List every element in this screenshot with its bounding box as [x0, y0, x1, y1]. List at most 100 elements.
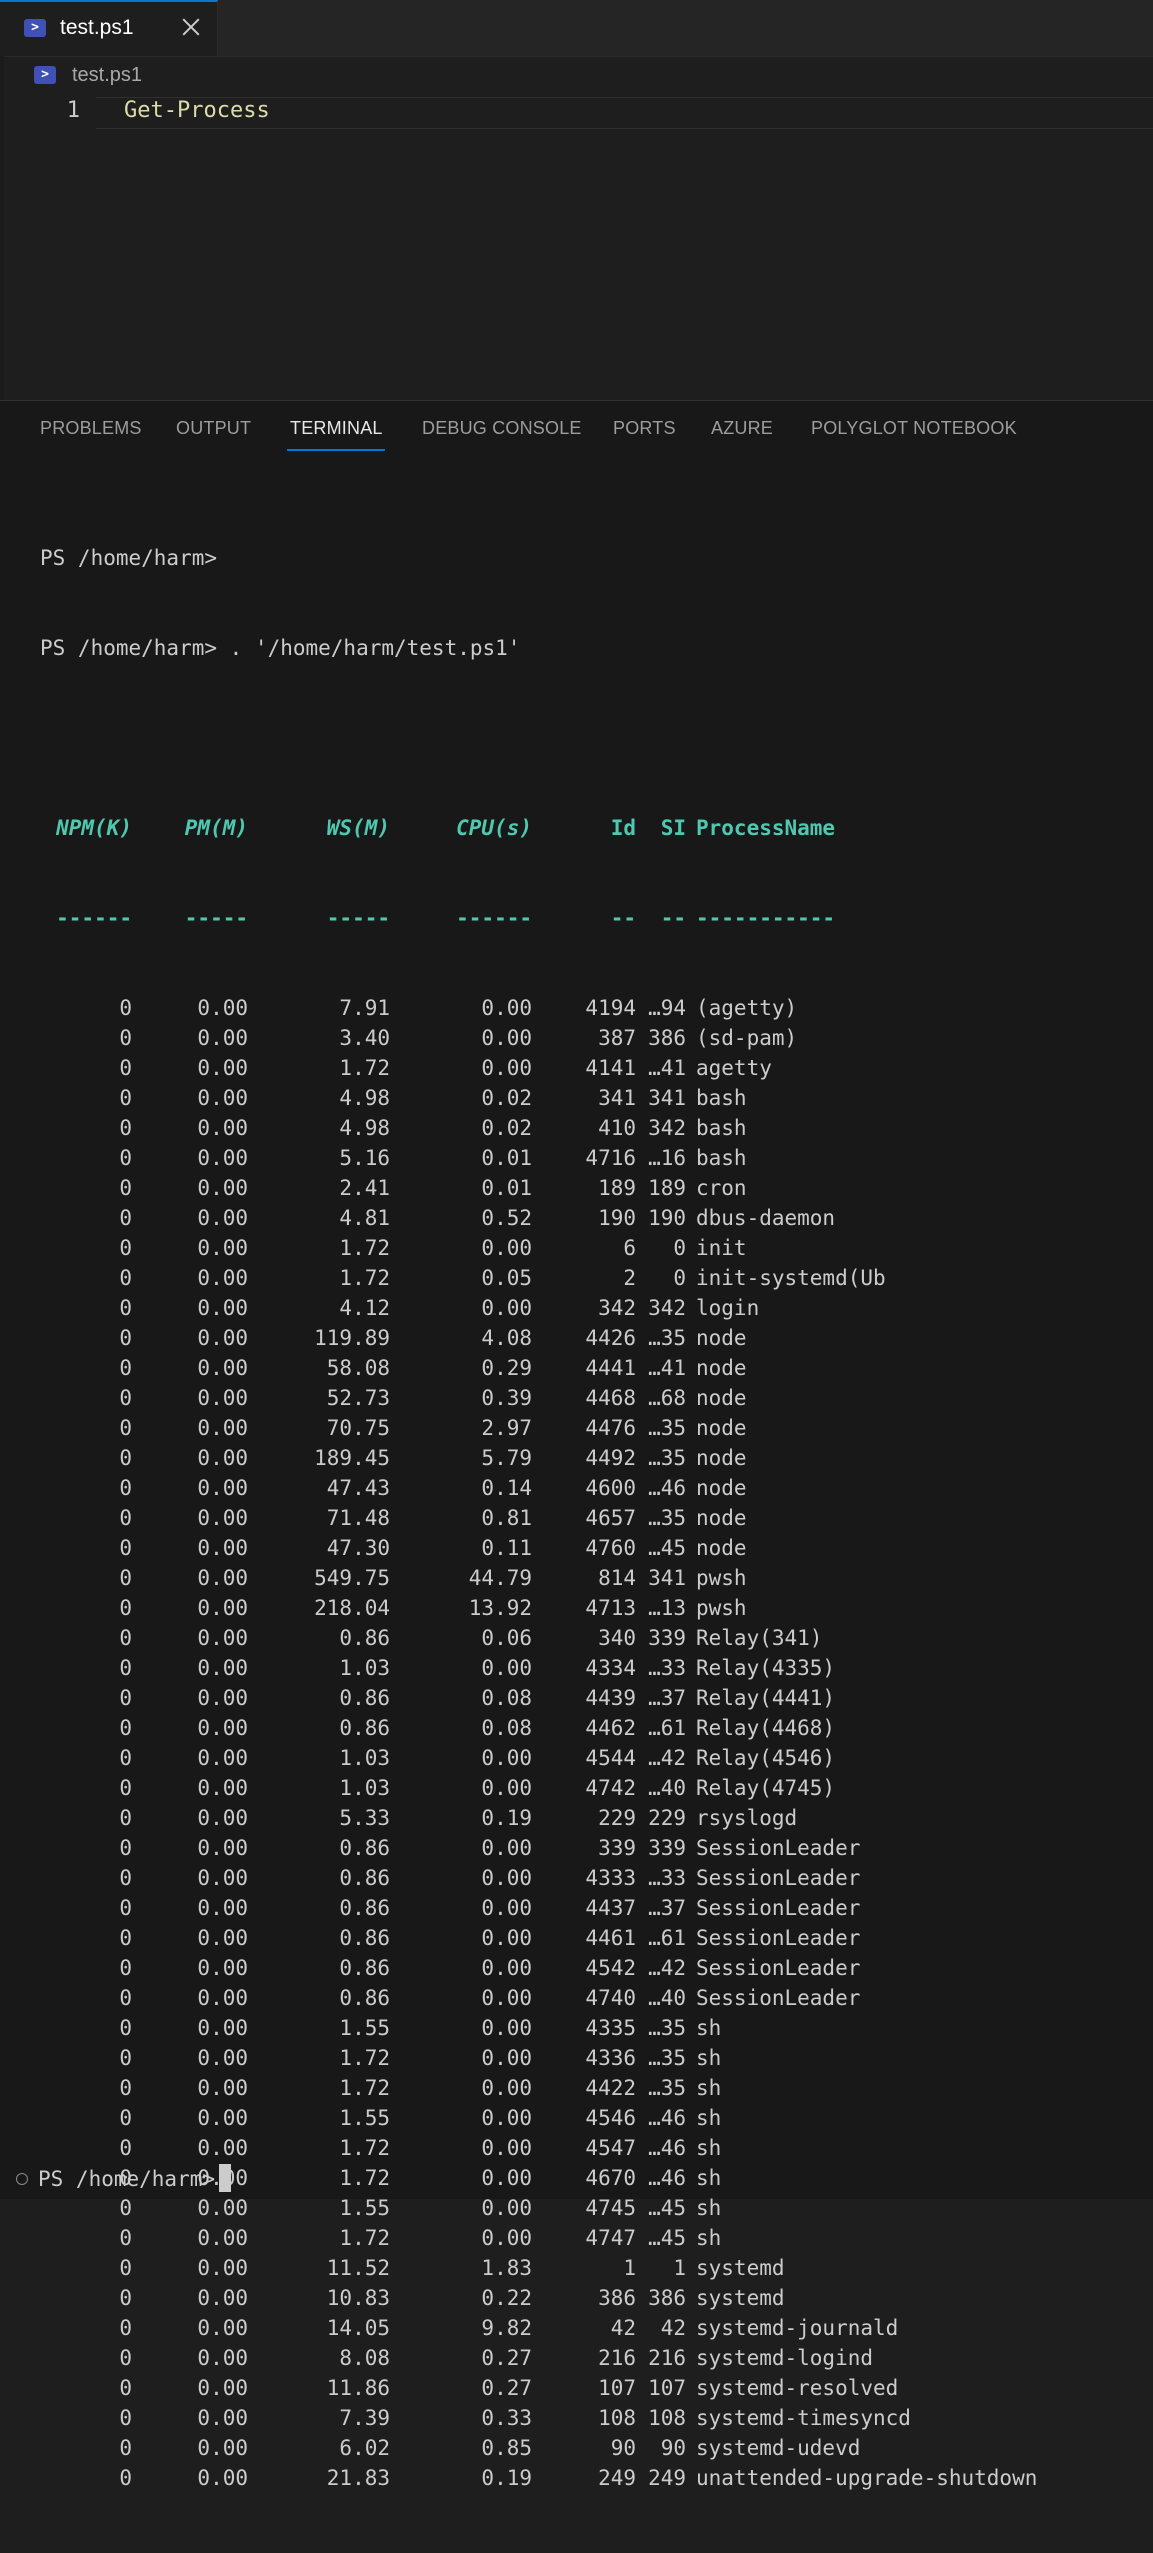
code-line[interactable]: Get-Process	[124, 98, 270, 123]
table-row: 0 0.00 71.48 0.81 4657 …35 node	[40, 1503, 1140, 1533]
cell-npm: 0	[119, 1656, 132, 1680]
cell-ws: 0.86	[339, 1716, 390, 1740]
breadcrumb-file[interactable]: test.ps1	[72, 64, 142, 87]
cell-id: 6	[623, 1236, 636, 1260]
cell-npm: 0	[119, 2346, 132, 2370]
header-id: Id	[610, 816, 636, 840]
tab-azure[interactable]: AZURE	[711, 418, 773, 439]
table-row: 0 0.00 70.75 2.97 4476 …35 node	[40, 1413, 1140, 1443]
cell-id: 4747	[585, 2226, 636, 2250]
cell-name: node	[696, 1536, 747, 1560]
cell-cpu: 0.00	[481, 2106, 532, 2130]
cell-si: …41	[648, 1056, 686, 1080]
cell-si: 190	[648, 1206, 686, 1230]
header-pm: PM(M)	[184, 816, 248, 840]
cell-name: sh	[696, 2166, 722, 2190]
cell-name: rsyslogd	[696, 1806, 798, 1830]
powershell-icon: >	[34, 66, 56, 84]
cell-name: Relay(4468)	[696, 1716, 836, 1740]
tab-output[interactable]: OUTPUT	[176, 418, 251, 439]
cell-pm: 0.00	[197, 2286, 248, 2310]
cell-ws: 11.52	[326, 2256, 390, 2280]
cell-id: 90	[610, 2436, 636, 2460]
cell-name: SessionLeader	[696, 1986, 861, 2010]
tab-test-ps1[interactable]: > test.ps1	[0, 0, 218, 56]
cell-pm: 0.00	[197, 1836, 248, 1860]
table-row: 0 0.00 4.12 0.00 342 342 login	[40, 1293, 1140, 1323]
cell-npm: 0	[119, 1026, 132, 1050]
cell-ws: 1.55	[339, 2106, 390, 2130]
cell-cpu: 0.01	[481, 1146, 532, 1170]
cell-id: 4657	[585, 1506, 636, 1530]
cell-ws: 47.30	[326, 1536, 390, 1560]
cell-pm: 0.00	[197, 1356, 248, 1380]
tab-debug-console[interactable]: DEBUG CONSOLE	[422, 418, 582, 439]
cell-cpu: 0.85	[481, 2436, 532, 2460]
cell-si: …61	[648, 1716, 686, 1740]
cell-npm: 0	[119, 2316, 132, 2340]
close-icon[interactable]	[176, 12, 206, 42]
cell-pm: 0.00	[197, 2106, 248, 2130]
cell-pm: 0.00	[197, 1686, 248, 1710]
cell-npm: 0	[119, 1596, 132, 1620]
tab-ports[interactable]: PORTS	[613, 418, 676, 439]
cell-npm: 0	[119, 2016, 132, 2040]
cell-ws: 0.86	[339, 1986, 390, 2010]
cell-pm: 0.00	[197, 1416, 248, 1440]
table-row: 0 0.00 58.08 0.29 4441 …41 node	[40, 1353, 1140, 1383]
terminal-output[interactable]: PS /home/harm> PS /home/harm> . '/home/h…	[40, 483, 1140, 2553]
cell-cpu: 44.79	[468, 1566, 532, 1590]
cell-ws: 58.08	[326, 1356, 390, 1380]
table-row: 0 0.00 7.39 0.33 108 108 systemd-timesyncd	[40, 2403, 1140, 2433]
cell-id: 4437	[585, 1896, 636, 1920]
table-row: 0 0.00 47.43 0.14 4600 …46 node	[40, 1473, 1140, 1503]
table-row: 0 0.00 10.83 0.22 386 386 systemd	[40, 2283, 1140, 2313]
tab-problems[interactable]: PROBLEMS	[40, 418, 142, 439]
table-row: 0 0.00 119.89 4.08 4426 …35 node	[40, 1323, 1140, 1353]
cell-name: systemd	[696, 2256, 785, 2280]
table-row: 0 0.00 0.86 0.00 339 339 SessionLeader	[40, 1833, 1140, 1863]
table-row: 0 0.00 5.16 0.01 4716 …16 bash	[40, 1143, 1140, 1173]
cell-npm: 0	[119, 1236, 132, 1260]
table-row: 0 0.00 1.03 0.00 4742 …40 Relay(4745)	[40, 1773, 1140, 1803]
cell-id: 108	[598, 2406, 636, 2430]
cell-id: 4760	[585, 1536, 636, 1560]
cell-pm: 0.00	[197, 2136, 248, 2160]
cell-cpu: 0.00	[481, 1026, 532, 1050]
terminal-prompt-line: PS /home/harm>	[40, 546, 218, 570]
header-processname: ProcessName	[696, 816, 836, 840]
cell-name: sh	[696, 2046, 722, 2070]
cell-id: 339	[598, 1836, 636, 1860]
cell-name: sh	[696, 2076, 722, 2100]
cell-si: …35	[648, 1446, 686, 1470]
tab-terminal[interactable]: TERMINAL	[290, 418, 383, 439]
cell-ws: 1.72	[339, 2166, 390, 2190]
cell-name: systemd-journald	[696, 2316, 899, 2340]
cell-ws: 71.48	[326, 1506, 390, 1530]
header-si: SI	[660, 816, 686, 840]
sep-npm: ------	[56, 906, 132, 930]
cell-name: node	[696, 1326, 747, 1350]
cell-si: …40	[648, 1776, 686, 1800]
breadcrumb[interactable]: > test.ps1	[0, 58, 1153, 94]
tab-polyglot-notebook[interactable]: POLYGLOT NOTEBOOK	[811, 418, 1017, 439]
cell-cpu: 2.97	[481, 1416, 532, 1440]
cell-npm: 0	[119, 1776, 132, 1800]
table-row: 0 0.00 4.98 0.02 410 342 bash	[40, 1113, 1140, 1143]
command-status-icon[interactable]	[16, 2173, 28, 2185]
cell-si: …13	[648, 1596, 686, 1620]
code-editor[interactable]: 1 Get-Process	[0, 95, 1153, 400]
cell-name: (agetty)	[696, 996, 798, 1020]
cell-cpu: 0.00	[481, 2016, 532, 2040]
cell-cpu: 0.00	[481, 1836, 532, 1860]
cell-name: node	[696, 1416, 747, 1440]
terminal-active-prompt[interactable]: PS /home/harm>	[16, 2164, 232, 2194]
powershell-icon: >	[24, 19, 46, 37]
cell-pm: 0.00	[197, 1776, 248, 1800]
cell-pm: 0.00	[197, 1446, 248, 1470]
table-row: 0 0.00 0.86 0.00 4437 …37 SessionLeader	[40, 1893, 1140, 1923]
cell-npm: 0	[119, 1746, 132, 1770]
sep-pm: -----	[184, 906, 248, 930]
cell-id: 4461	[585, 1926, 636, 1950]
cell-id: 4335	[585, 2016, 636, 2040]
